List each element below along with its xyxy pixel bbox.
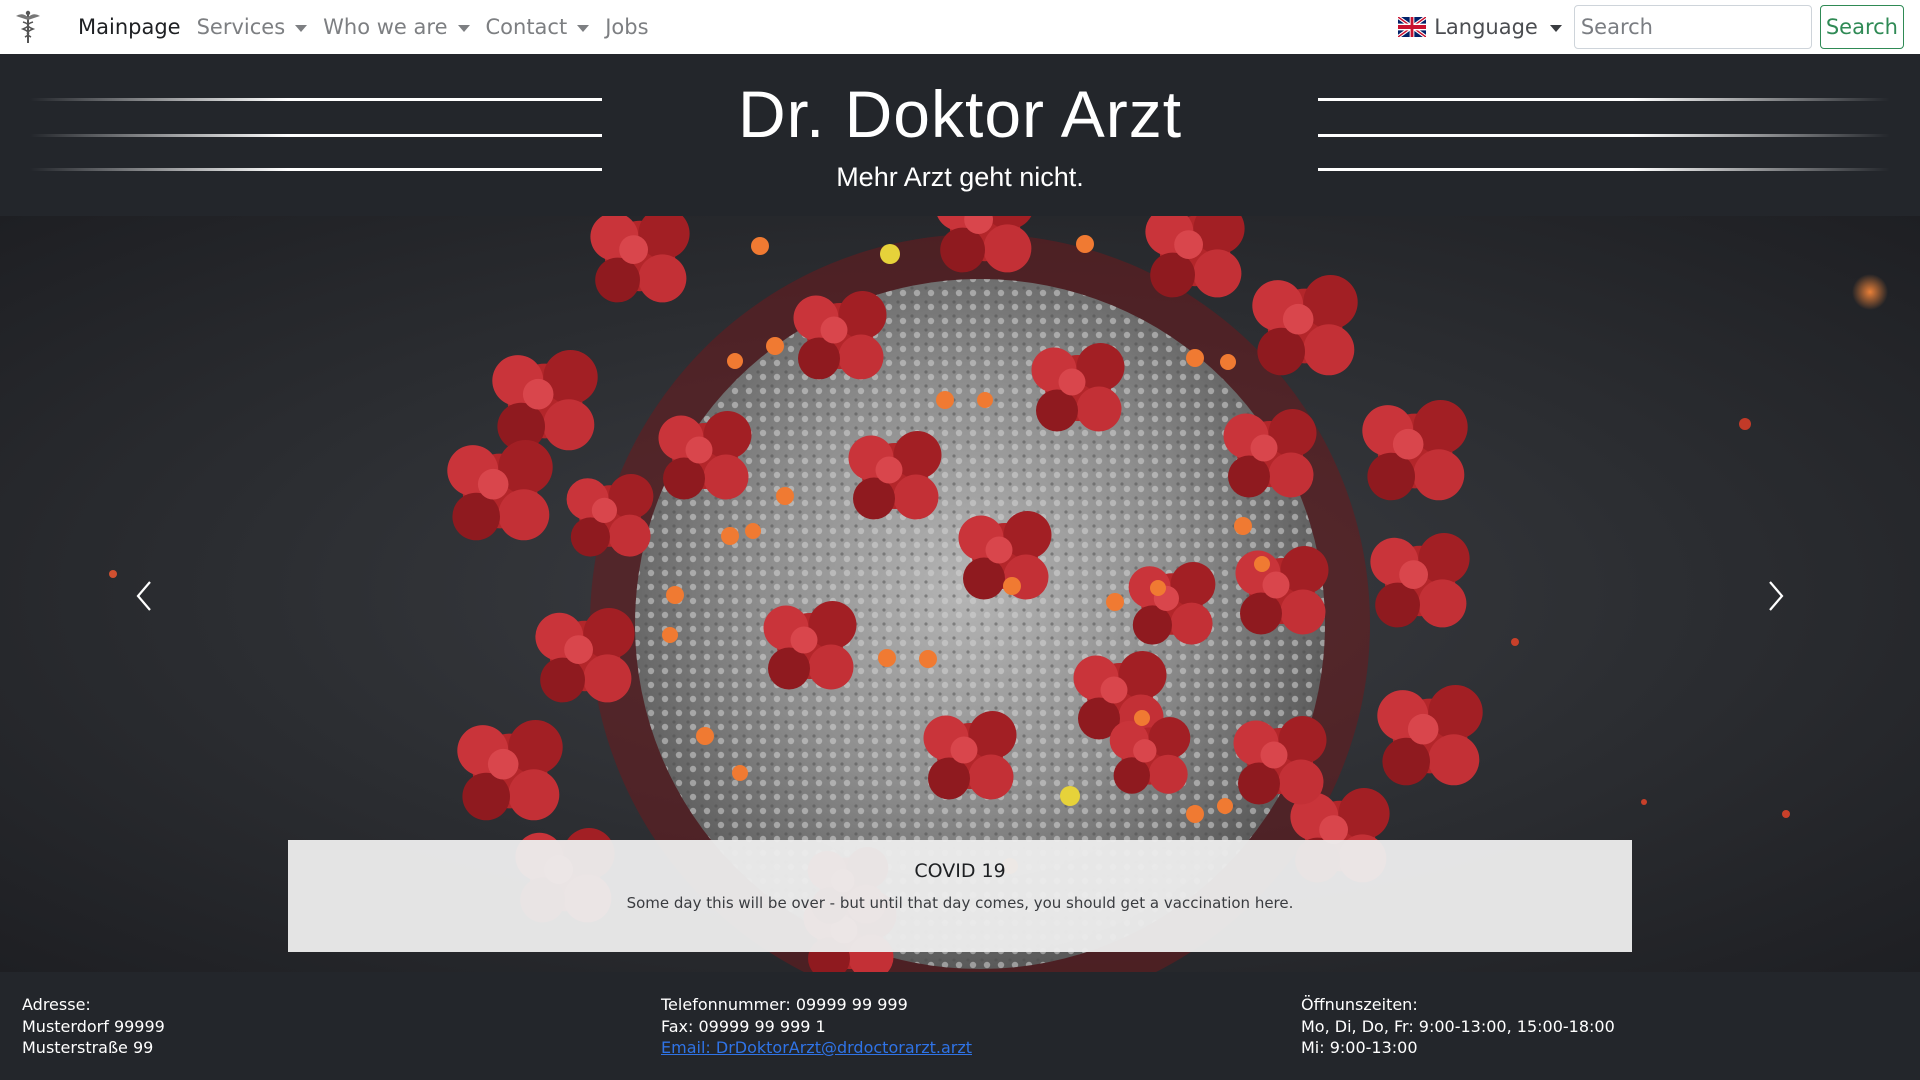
address-line: Musterdorf 99999 <box>22 1016 165 1036</box>
hours-heading: Öffnunszeiten: <box>1301 995 1418 1014</box>
search-button[interactable]: Search <box>1819 5 1904 49</box>
nav-item-label: Who we are <box>323 15 448 39</box>
hours-line: Mi: 9:00-13:00 <box>1301 1038 1418 1057</box>
page-subtitle: Mehr Arzt geht nicht. <box>836 162 1084 192</box>
nav-item-label: Services <box>196 15 286 39</box>
search-input[interactable] <box>1573 5 1812 49</box>
nav-item-contact[interactable]: Contact <box>486 15 590 39</box>
nav-item-who-we-are[interactable]: Who we are <box>323 15 470 39</box>
carousel-prev-button[interactable] <box>122 574 166 618</box>
chevron-right-icon <box>1769 581 1784 611</box>
chevron-left-icon <box>136 581 151 611</box>
nav-item-jobs[interactable]: Jobs <box>605 15 648 39</box>
site-header: Dr. Doktor Arzt Mehr Arzt geht nicht. <box>0 54 1920 216</box>
fax-number: Fax: 09999 99 999 1 <box>661 1016 826 1036</box>
page-title: Dr. Doktor Arzt <box>737 77 1183 151</box>
phone-number: Telefonnummer: 09999 99 999 <box>661 995 908 1014</box>
caret-down-icon <box>577 24 590 32</box>
footer-contact: Telefonnummer: 09999 99 999 Fax: 09999 9… <box>661 994 972 1059</box>
caret-down-icon <box>295 24 308 32</box>
caret-down-icon <box>457 24 470 32</box>
nav-item-services[interactable]: Services <box>197 15 308 39</box>
nav-item-label: Mainpage <box>78 15 181 39</box>
hours-line: Mo, Di, Do, Fr: 9:00-13:00, 15:00-18:00 <box>1301 1016 1615 1036</box>
caduceus-icon[interactable] <box>8 7 48 47</box>
nav-item-label: Contact <box>485 15 568 39</box>
caption-title: COVID 19 <box>914 860 1006 882</box>
address-heading: Adresse: <box>22 995 91 1014</box>
footer-address: Adresse: Musterdorf 99999 Musterstraße 9… <box>22 994 165 1059</box>
nav-item-mainpage[interactable]: Mainpage <box>78 15 181 39</box>
caret-down-icon <box>1549 24 1562 32</box>
language-dropdown[interactable]: Language <box>1398 15 1562 39</box>
address-line: Musterstraße 99 <box>22 1038 154 1057</box>
language-label: Language <box>1434 15 1538 39</box>
site-footer: Adresse: Musterdorf 99999 Musterstraße 9… <box>0 972 1920 1080</box>
carousel-next-button[interactable] <box>1754 574 1798 618</box>
footer-hours: Öffnunszeiten: Mo, Di, Do, Fr: 9:00-13:0… <box>1301 994 1615 1059</box>
caption-text: Some day this will be over - but until t… <box>626 894 1294 912</box>
uk-flag-icon <box>1398 17 1427 37</box>
carousel-caption: COVID 19 Some day this will be over - bu… <box>288 840 1632 952</box>
image-carousel: COVID 19 Some day this will be over - bu… <box>0 216 1920 972</box>
top-navbar: Mainpage Services Who we are Contact Job… <box>0 0 1920 54</box>
nav-item-label: Jobs <box>605 15 649 39</box>
email-link[interactable]: Email: DrDoktorArzt@drdoctorarzt.arzt <box>661 1038 972 1057</box>
